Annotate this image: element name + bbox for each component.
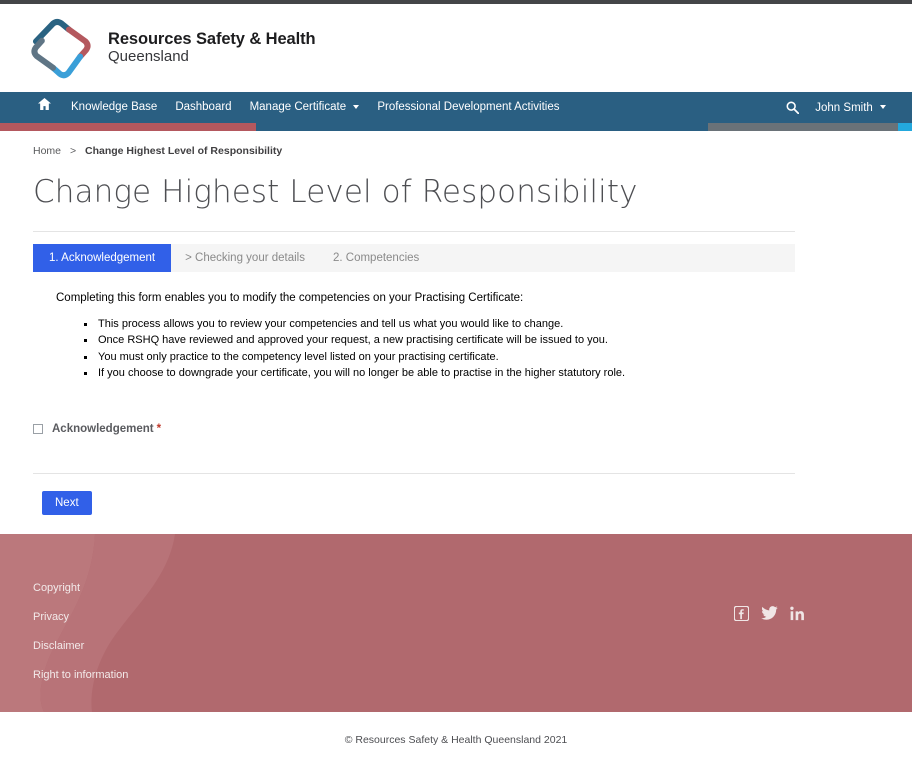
- breadcrumb: Home > Change Highest Level of Responsib…: [0, 131, 912, 157]
- step-tabs: 1. Acknowledgement > Checking your detai…: [33, 243, 795, 272]
- form-intro-text: Completing this form enables you to modi…: [56, 291, 524, 304]
- required-marker: *: [156, 422, 162, 435]
- accent-stripe: [0, 123, 912, 131]
- footer-link-copyright[interactable]: Copyright: [33, 582, 912, 594]
- tab-competencies[interactable]: 2. Competencies: [319, 244, 433, 272]
- tab-label: 2. Competencies: [332, 251, 420, 264]
- acknowledgement-checkbox[interactable]: [33, 423, 43, 434]
- accent-stripe-segment-red: [0, 123, 256, 131]
- tab-label: > Checking your details: [185, 251, 305, 264]
- acknowledgement-label-text: Acknowledgement: [52, 422, 154, 435]
- search-icon[interactable]: [776, 101, 809, 114]
- tab-label: 1. Acknowledgement: [49, 251, 156, 264]
- linkedin-icon[interactable]: [790, 606, 805, 626]
- footer-link-disclaimer[interactable]: Disclaimer: [33, 640, 912, 652]
- title-divider: [33, 230, 795, 232]
- nav-item-manage-certificate[interactable]: Manage Certificate: [241, 92, 369, 123]
- form-divider: [33, 472, 795, 474]
- navbar-left-group: Knowledge Base Dashboard Manage Certific…: [34, 92, 568, 123]
- twitter-icon[interactable]: [761, 606, 778, 626]
- nav-item-label: Knowledge Base: [71, 101, 158, 113]
- footer-link-right-to-information[interactable]: Right to information: [33, 669, 912, 681]
- list-item: If you choose to downgrade your certific…: [84, 365, 912, 382]
- home-icon: [38, 92, 51, 123]
- brand-name-line1: Resources Safety & Health: [108, 30, 316, 49]
- nav-item-professional-development-activities[interactable]: Professional Development Activities: [368, 92, 568, 123]
- user-menu-label: John Smith: [815, 101, 873, 114]
- facebook-icon[interactable]: [733, 605, 750, 626]
- next-button[interactable]: Next: [42, 490, 92, 515]
- page-root: Resources Safety & Health Queensland Kno…: [0, 0, 912, 768]
- copyright-bar: © Resources Safety & Health Queensland 2…: [0, 712, 912, 768]
- site-footer: Copyright Privacy Disclaimer Right to in…: [0, 534, 912, 712]
- copyright-text: © Resources Safety & Health Queensland 2…: [344, 734, 568, 746]
- brand-name-line2: Queensland: [108, 47, 189, 65]
- main-content: Home > Change Highest Level of Responsib…: [0, 131, 912, 534]
- nav-item-label: Dashboard: [175, 101, 232, 113]
- list-item: Once RSHQ have reviewed and approved you…: [84, 332, 912, 349]
- chevron-down-icon: [880, 105, 886, 110]
- accent-stripe-segment-gray: [708, 123, 898, 131]
- main-navbar: Knowledge Base Dashboard Manage Certific…: [0, 92, 912, 123]
- nav-item-home[interactable]: [34, 92, 62, 123]
- breadcrumb-item-home[interactable]: Home: [33, 145, 61, 157]
- acknowledgement-row: Acknowledgement *: [33, 423, 912, 435]
- navbar-right-group: John Smith: [776, 101, 894, 114]
- nav-item-label: Professional Development Activities: [377, 101, 560, 113]
- breadcrumb-separator: >: [69, 145, 77, 157]
- list-item: You must only practice to the competency…: [84, 349, 912, 366]
- tab-acknowledgement[interactable]: 1. Acknowledgement: [33, 243, 172, 272]
- rshq-diamond-logo-icon[interactable]: [28, 15, 94, 81]
- tab-checking-your-details[interactable]: > Checking your details: [171, 244, 319, 272]
- accent-stripe-segment-teal: [256, 123, 708, 131]
- form-bullet-list: This process allows you to review your c…: [56, 316, 912, 382]
- chevron-down-icon: [353, 104, 360, 109]
- list-item: This process allows you to review your c…: [84, 316, 912, 333]
- nav-item-label: Manage Certificate: [249, 101, 347, 113]
- brand-header: Resources Safety & Health Queensland: [0, 4, 912, 92]
- nav-item-dashboard[interactable]: Dashboard: [166, 92, 240, 123]
- accent-stripe-segment-blue: [898, 123, 912, 131]
- brand-text: Resources Safety & Health Queensland: [108, 30, 316, 65]
- breadcrumb-item-current: Change Highest Level of Responsibility: [85, 145, 283, 157]
- form-body: Completing this form enables you to modi…: [56, 290, 912, 382]
- user-menu[interactable]: John Smith: [811, 102, 894, 114]
- social-links: [733, 605, 805, 626]
- acknowledgement-label: Acknowledgement *: [52, 423, 161, 435]
- page-title: Change Highest Level of Responsibility: [33, 174, 638, 210]
- nav-item-knowledge-base[interactable]: Knowledge Base: [62, 92, 166, 123]
